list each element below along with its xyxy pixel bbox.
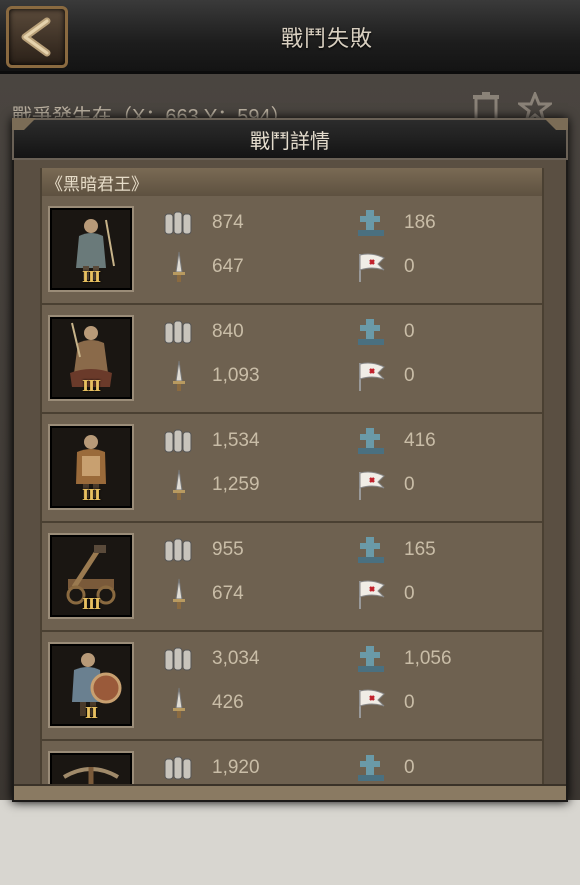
tombstone-icon	[358, 646, 384, 672]
troops-stat: 955	[162, 533, 244, 567]
unit-row: 1,920 0	[42, 741, 542, 788]
unit-portrait[interactable]: III	[48, 315, 134, 401]
unit-portrait[interactable]: III	[48, 424, 134, 510]
unit-row: III 955 674 165 0	[42, 523, 542, 632]
corner-ornament	[544, 118, 568, 142]
unit-tier: III	[81, 486, 101, 504]
tombstone-icon	[358, 755, 384, 781]
wounded-stat: 647	[162, 250, 244, 284]
bottom-area	[0, 800, 580, 885]
troops-stat: 874	[162, 206, 244, 240]
unit-portrait[interactable]: II	[48, 642, 134, 728]
survived-stat: 0	[354, 359, 415, 393]
unit-row: III 874 647 186 0	[42, 196, 542, 305]
unit-portrait[interactable]: III	[48, 533, 134, 619]
flag-icon	[359, 362, 385, 391]
tombstone-icon	[358, 537, 384, 563]
troops-stat: 1,920	[162, 751, 260, 785]
tombstone-icon	[358, 319, 384, 345]
soldiers-icon	[164, 429, 192, 453]
unit-list[interactable]: 《黑暗君王》 III 874 647 186 0 III 840 1,093 0…	[40, 168, 544, 788]
page-title: 戰鬥失敗	[280, 27, 373, 52]
back-arrow-icon	[21, 17, 51, 57]
unit-row: III 840 1,093 0 0	[42, 305, 542, 414]
wounded-stat: 1,259	[162, 468, 260, 502]
modal-title: 戰鬥詳情	[12, 118, 568, 160]
top-bar: 戰鬥失敗	[0, 0, 580, 74]
unit-tier: III	[81, 377, 101, 395]
soldiers-icon	[164, 756, 192, 780]
dead-stat: 0	[354, 315, 415, 349]
dagger-icon	[173, 469, 185, 500]
troops-stat: 840	[162, 315, 244, 349]
dead-stat: 186	[354, 206, 436, 240]
soldiers-icon	[164, 320, 192, 344]
modal-bottom-frame	[14, 784, 566, 800]
unit-portrait[interactable]	[48, 751, 134, 788]
dead-stat: 0	[354, 751, 415, 785]
dagger-icon	[173, 578, 185, 609]
unit-tier: III	[81, 595, 101, 613]
corner-ornament	[12, 118, 36, 142]
tombstone-icon	[358, 210, 384, 236]
battle-details-modal: 戰鬥詳情 《黑暗君王》 III 874 647 186 0 III 840 1,…	[12, 118, 568, 802]
soldiers-icon	[164, 538, 192, 562]
wounded-stat: 674	[162, 577, 244, 611]
survived-stat: 0	[354, 686, 415, 720]
back-button[interactable]	[6, 6, 68, 68]
unit-tier: III	[81, 268, 101, 286]
flag-icon	[359, 471, 385, 500]
troops-stat: 1,534	[162, 424, 260, 458]
flag-icon	[359, 689, 385, 718]
unit-portrait[interactable]: III	[48, 206, 134, 292]
unit-tier: II	[84, 704, 98, 722]
wounded-stat: 426	[162, 686, 244, 720]
crossbow-icon	[62, 767, 120, 788]
dead-stat: 416	[354, 424, 436, 458]
soldiers-icon	[164, 211, 192, 235]
tombstone-icon	[358, 428, 384, 454]
dead-stat: 165	[354, 533, 436, 567]
survived-stat: 0	[354, 468, 415, 502]
unit-row: III 1,534 1,259 416 0	[42, 414, 542, 523]
survived-stat: 0	[354, 250, 415, 284]
flag-icon	[359, 253, 385, 282]
troops-stat: 3,034	[162, 642, 260, 676]
dagger-icon	[173, 360, 185, 391]
dagger-icon	[173, 251, 185, 282]
wounded-stat: 1,093	[162, 359, 260, 393]
unit-row: II 3,034 426 1,056 0	[42, 632, 542, 741]
dagger-icon	[173, 687, 185, 718]
dead-stat: 1,056	[354, 642, 452, 676]
flag-icon	[359, 580, 385, 609]
survived-stat: 0	[354, 577, 415, 611]
soldiers-icon	[164, 647, 192, 671]
side-label: 《黑暗君王》	[42, 168, 542, 196]
